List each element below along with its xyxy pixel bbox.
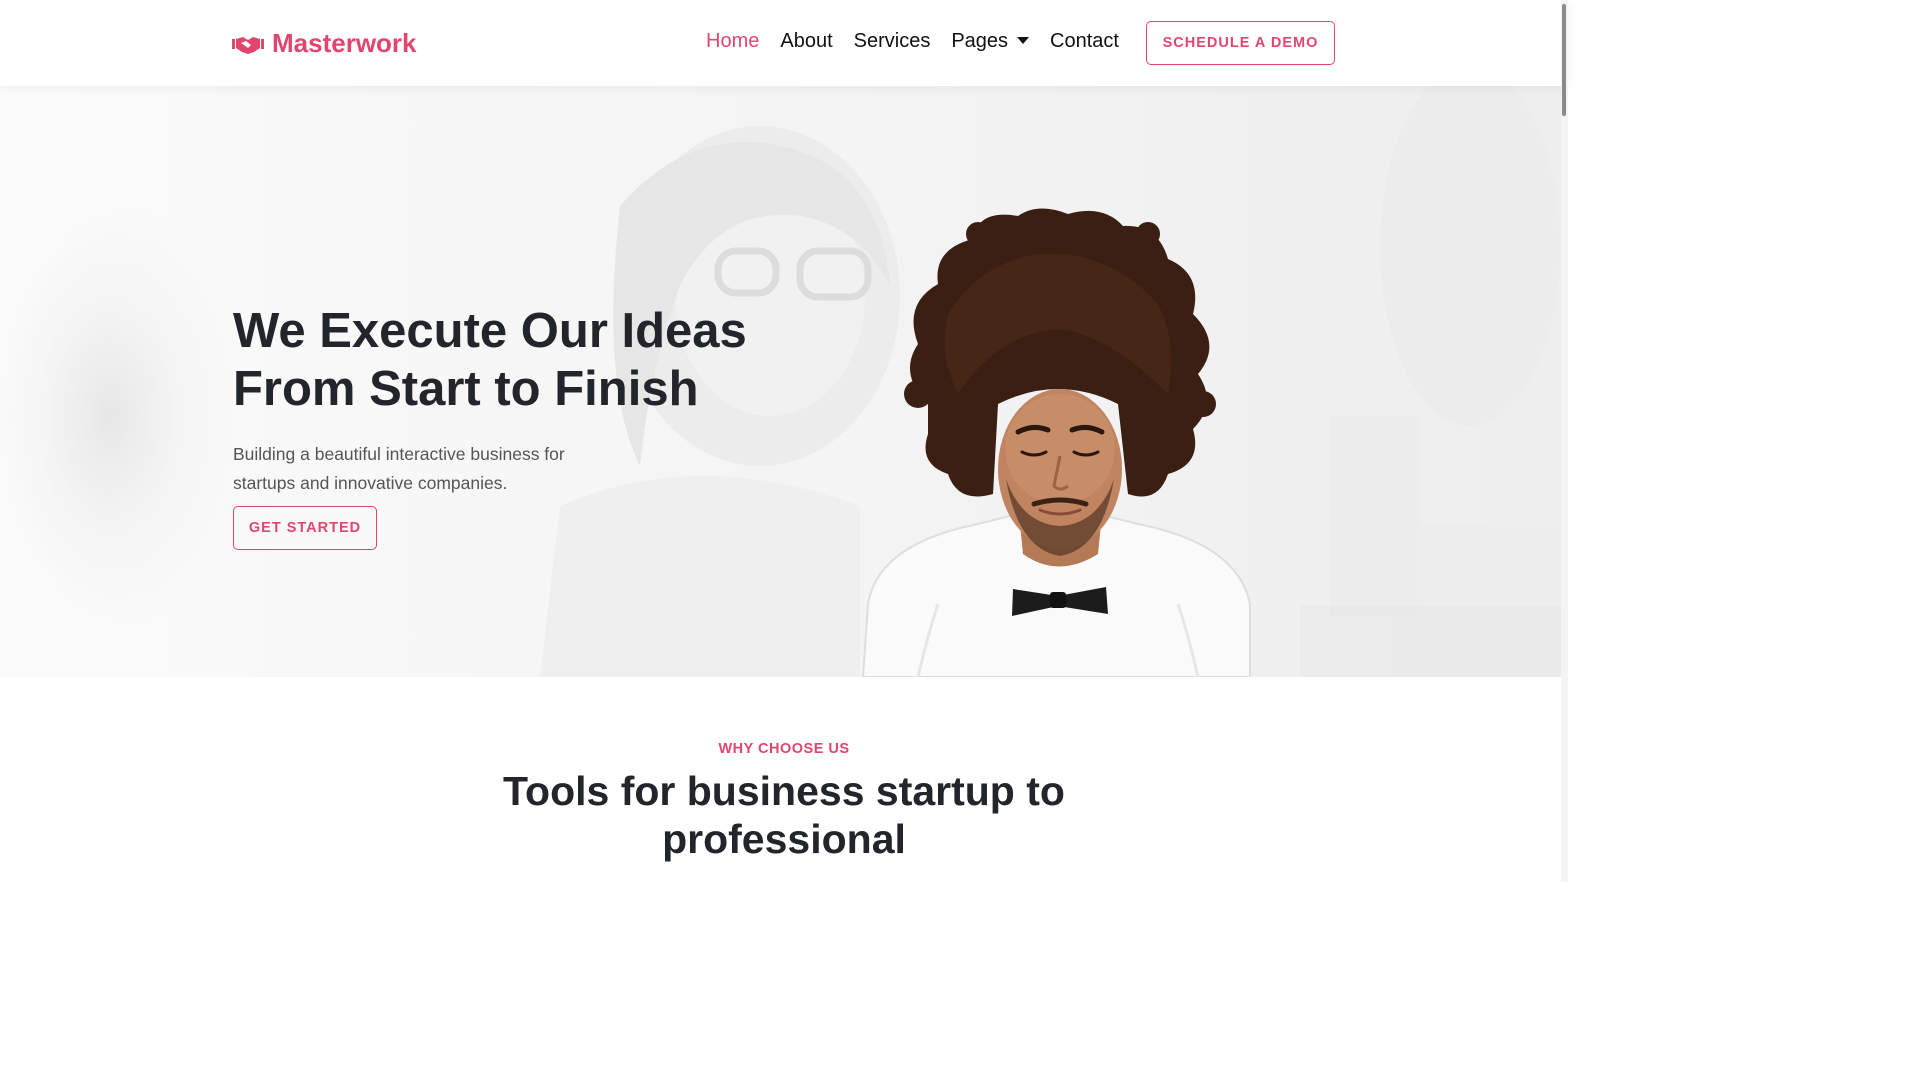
hero-title-line-1: We Execute Our Ideas (233, 304, 747, 358)
schedule-demo-button[interactable]: Schedule a demo (1146, 21, 1335, 65)
scrollbar-thumb[interactable] (1562, 4, 1566, 116)
brand-logo[interactable]: Masterwork (232, 28, 417, 59)
hero-subtitle: Building a beautiful interactive busines… (233, 444, 565, 493)
navbar: Masterwork Home About Services Pages Con… (0, 0, 1568, 86)
main-nav: Home About Services Pages Contact (706, 30, 1140, 53)
nav-pages-dropdown[interactable]: Pages (951, 30, 1030, 53)
chevron-down-icon (1017, 37, 1030, 44)
why-choose-us-section: WHY CHOOSE US Tools for business startup… (0, 677, 1568, 882)
hero-person-image (861, 208, 1251, 677)
handshake-icon (232, 36, 264, 54)
brand-name: Masterwork (272, 28, 417, 58)
nav-home[interactable]: Home (706, 30, 759, 53)
hero-title-line-2: From Start to Finish (233, 362, 699, 416)
page-scrollbar[interactable] (1561, 0, 1568, 882)
section-title: Tools for business startup to profession… (503, 768, 1065, 862)
nav-services[interactable]: Services (854, 30, 931, 53)
nav-about[interactable]: About (780, 30, 832, 53)
nav-pages-label: Pages (951, 30, 1009, 52)
hero-title: We Execute Our Ideas From Start to Finis… (233, 302, 833, 418)
nav-contact[interactable]: Contact (1050, 30, 1119, 53)
section-kicker: WHY CHOOSE US (718, 741, 850, 757)
get-started-button[interactable]: Get Started (233, 506, 377, 550)
hero-section: We Execute Our Ideas From Start to Finis… (0, 86, 1568, 677)
